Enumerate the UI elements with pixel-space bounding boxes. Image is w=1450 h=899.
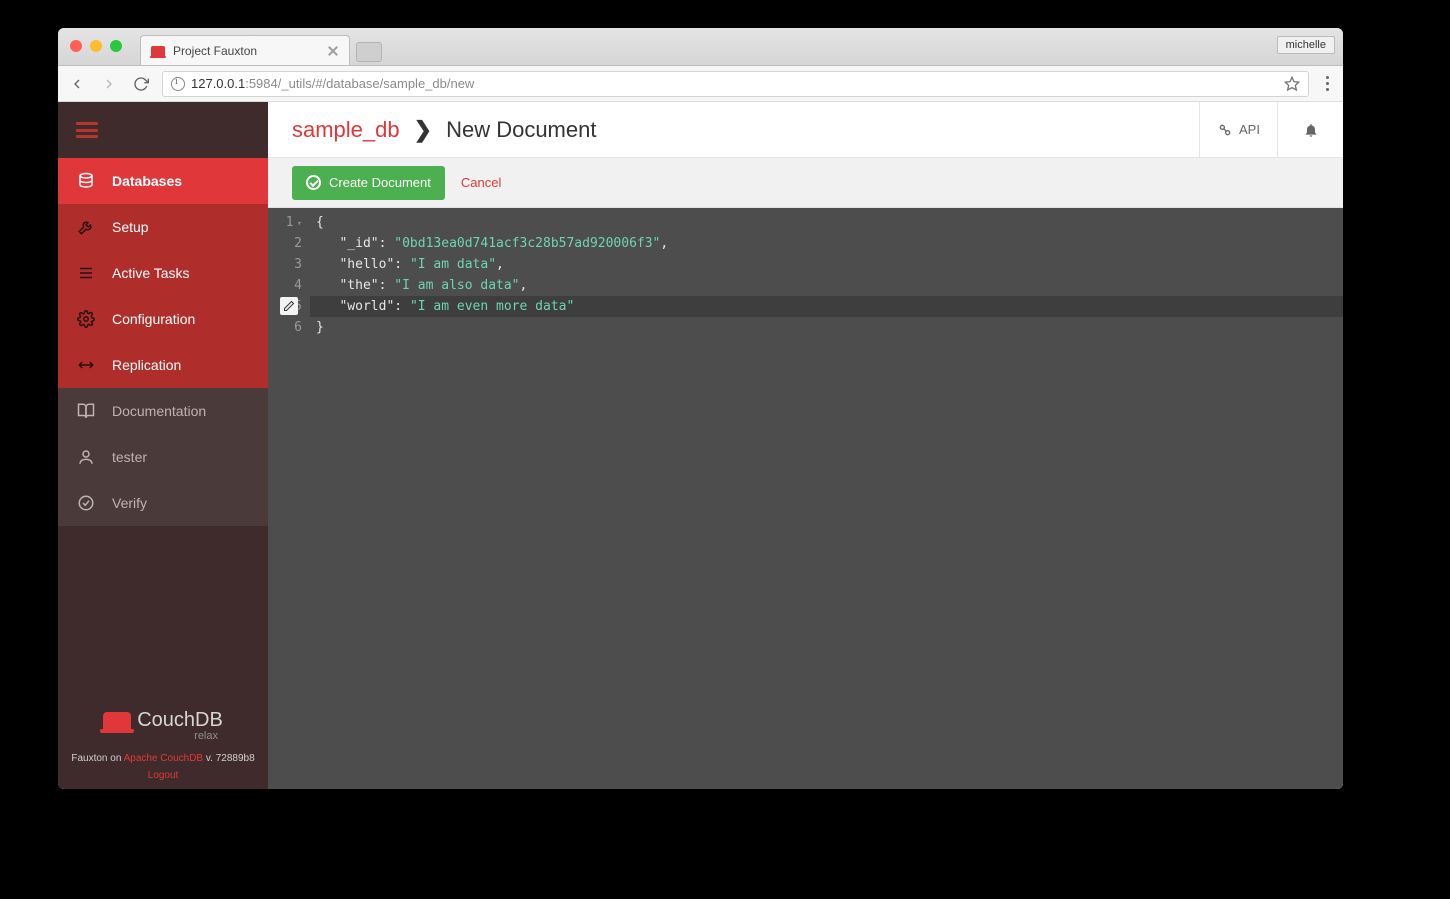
fauxton-app: Databases Setup Active Tasks Configurati… (58, 102, 1343, 789)
logout-link[interactable]: Logout (58, 770, 268, 789)
json-editor[interactable]: 1▾ 2 3 4 5 6 { "_id": "0bd13ea0d741acf3c… (268, 208, 1343, 789)
action-toolbar: Create Document Cancel (268, 158, 1343, 208)
sidebar-toggle-row (58, 102, 268, 158)
browser-window: Project Fauxton michelle 127.0.0.1:5984/… (58, 28, 1343, 789)
sidebar-item-label: Configuration (112, 311, 195, 327)
notifications-button[interactable] (1277, 102, 1343, 157)
sidebar-item-label: Documentation (112, 403, 206, 419)
sidebar-item-label: Setup (112, 219, 149, 235)
url-text: 127.0.0.1:5984/_utils/#/database/sample_… (191, 76, 474, 91)
cancel-button[interactable]: Cancel (461, 175, 501, 190)
check-circle-icon (76, 493, 96, 513)
replication-icon (76, 355, 96, 375)
browser-toolbar: 127.0.0.1:5984/_utils/#/database/sample_… (58, 66, 1343, 102)
close-tab-icon[interactable] (327, 45, 339, 57)
sidebar-item-databases[interactable]: Databases (58, 158, 268, 204)
edit-line-icon[interactable] (280, 297, 298, 315)
brand-block: CouchDB relax (58, 703, 268, 746)
window-controls (70, 40, 122, 52)
sidebar-item-label: Verify (112, 495, 147, 511)
sidebar-item-user[interactable]: tester (58, 434, 268, 480)
site-info-icon[interactable] (171, 77, 185, 91)
breadcrumb-page: New Document (446, 117, 596, 143)
tab-title: Project Fauxton (173, 44, 257, 58)
back-button[interactable] (66, 73, 88, 95)
browser-tabstrip: Project Fauxton michelle (58, 28, 1343, 66)
database-icon (76, 171, 96, 191)
couchdb-favicon-icon (151, 46, 165, 56)
wrench-icon (76, 217, 96, 237)
breadcrumb-database[interactable]: sample_db (292, 117, 400, 143)
maximize-window-button[interactable] (110, 40, 122, 52)
sidebar-item-active-tasks[interactable]: Active Tasks (58, 250, 268, 296)
sidebar-item-replication[interactable]: Replication (58, 342, 268, 388)
close-window-button[interactable] (70, 40, 82, 52)
gear-icon (76, 309, 96, 329)
sidebar-item-label: tester (112, 449, 147, 465)
couchdb-logo-icon (103, 712, 131, 730)
chevron-right-icon: ❯ (414, 117, 432, 143)
code-area[interactable]: { "_id": "0bd13ea0d741acf3c28b57ad920006… (310, 208, 1343, 789)
browser-menu-button[interactable] (1319, 76, 1335, 91)
browser-tab[interactable]: Project Fauxton (140, 35, 350, 65)
sidebar-item-documentation[interactable]: Documentation (58, 388, 268, 434)
minimize-window-button[interactable] (90, 40, 102, 52)
forward-button[interactable] (98, 73, 120, 95)
hamburger-icon[interactable] (76, 122, 98, 138)
address-bar[interactable]: 127.0.0.1:5984/_utils/#/database/sample_… (162, 71, 1309, 97)
sidebar-item-label: Databases (112, 173, 182, 189)
sidebar-item-configuration[interactable]: Configuration (58, 296, 268, 342)
sidebar-item-label: Replication (112, 357, 181, 373)
sidebar-item-verify[interactable]: Verify (58, 480, 268, 526)
sidebar-item-setup[interactable]: Setup (58, 204, 268, 250)
breadcrumb-header: sample_db ❯ New Document API (268, 102, 1343, 158)
new-tab-button[interactable] (356, 42, 382, 62)
line-gutter: 1▾ 2 3 4 5 6 (268, 208, 310, 789)
api-button[interactable]: API (1199, 102, 1277, 157)
apache-link[interactable]: Apache CouchDB (124, 753, 204, 764)
browser-profile-badge[interactable]: michelle (1277, 36, 1335, 54)
create-document-button[interactable]: Create Document (292, 166, 445, 200)
sidebar-item-label: Active Tasks (112, 265, 190, 281)
bookmark-star-icon[interactable] (1284, 76, 1300, 92)
user-icon (76, 447, 96, 467)
footer-version: Fauxton on Apache CouchDB v. 72889b8 (58, 746, 268, 770)
book-icon (76, 401, 96, 421)
main-panel: sample_db ❯ New Document API Create Doc (268, 102, 1343, 789)
check-icon (306, 175, 321, 190)
sidebar: Databases Setup Active Tasks Configurati… (58, 102, 268, 789)
brand-text: CouchDB (137, 709, 223, 732)
tasks-icon (76, 263, 96, 283)
reload-button[interactable] (130, 73, 152, 95)
